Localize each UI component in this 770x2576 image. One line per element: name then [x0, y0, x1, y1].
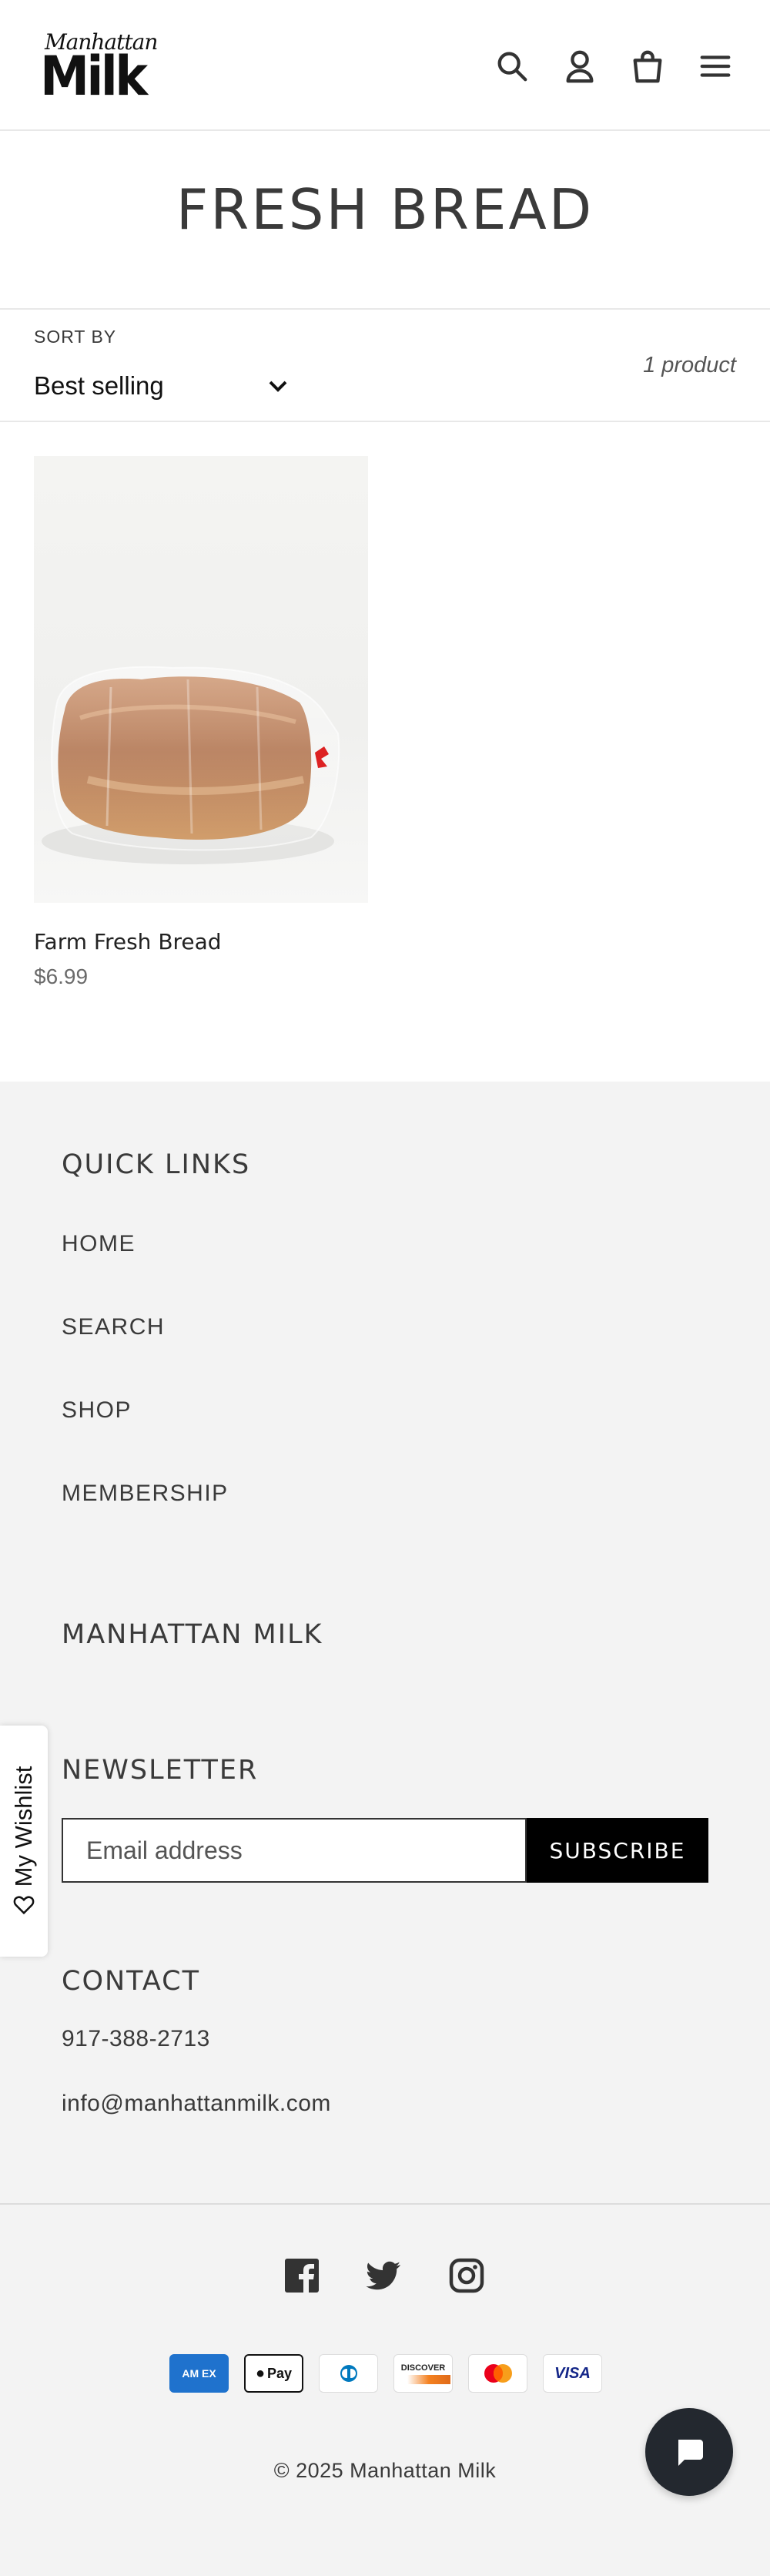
footer-divider: [0, 2203, 770, 2205]
wishlist-label: My Wishlist: [10, 1766, 37, 1887]
apple-pay-label: Pay: [267, 2365, 293, 2381]
sort-label: SORT BY: [34, 327, 117, 347]
amex-icon: AM EX: [169, 2354, 229, 2393]
collection-title: FRESH BREAD: [176, 177, 594, 242]
discover-icon: DISCOVER: [393, 2354, 453, 2393]
email-input[interactable]: Email address: [62, 1818, 527, 1883]
footer-link-home[interactable]: HOME: [62, 1231, 136, 1257]
heart-icon: [13, 1896, 35, 1915]
discover-label: DISCOVER: [400, 2363, 446, 2373]
chat-button[interactable]: [645, 2408, 733, 2496]
logo-block-text: Milk: [40, 45, 148, 108]
product-count: 1 product: [643, 353, 736, 377]
payment-icons: AM EX ● Pay DISCOVER VISA: [169, 2354, 602, 2394]
contact-phone[interactable]: 917-388-2713: [62, 2026, 210, 2052]
product-card[interactable]: Farm Fresh Bread $6.99: [34, 456, 368, 998]
facebook-icon[interactable]: [283, 2257, 322, 2296]
contact-heading: CONTACT: [62, 1966, 200, 1997]
product-image[interactable]: [34, 456, 368, 903]
newsletter-form: Email address SUBSCRIBE: [62, 1818, 708, 1883]
visa-icon: VISA: [543, 2354, 602, 2393]
wishlist-tab[interactable]: My Wishlist: [0, 1726, 48, 1957]
apple-pay-icon: ● Pay: [244, 2354, 303, 2393]
instagram-icon[interactable]: [448, 2257, 487, 2296]
site-header: Manhattan Milk: [0, 0, 770, 131]
sort-bar: SORT BY Best selling 1 product: [0, 308, 770, 422]
site-logo[interactable]: Manhattan Milk: [40, 29, 158, 103]
account-icon[interactable]: [561, 45, 599, 88]
footer-link-search[interactable]: SEARCH: [62, 1314, 165, 1340]
subscribe-button[interactable]: SUBSCRIBE: [527, 1818, 708, 1883]
product-price: $6.99: [34, 964, 89, 988]
site-footer: QUICK LINKS HOME SEARCH SHOP MEMBERSHIP …: [0, 1082, 770, 2576]
newsletter-heading: NEWSLETTER: [62, 1755, 259, 1786]
visa-label: VISA: [554, 2364, 591, 2382]
search-icon[interactable]: [493, 45, 531, 88]
chevron-down-icon: [269, 381, 287, 392]
diners-club-icon: [319, 2354, 378, 2393]
wishlist-label-wrap: My Wishlist: [10, 1766, 38, 1917]
twitter-icon[interactable]: [365, 2257, 403, 2296]
quick-links-heading: QUICK LINKS: [62, 1149, 251, 1180]
menu-icon[interactable]: [696, 45, 735, 88]
footer-link-membership[interactable]: MEMBERSHIP: [62, 1481, 229, 1507]
amex-label: AM EX: [182, 2366, 216, 2380]
bread-loaf-image: [42, 666, 340, 864]
sort-selected-value: Best selling: [34, 371, 164, 400]
contact-email[interactable]: info@manhattanmilk.com: [62, 2091, 331, 2117]
footer-link-shop[interactable]: SHOP: [62, 1397, 132, 1424]
chat-icon: [678, 2440, 703, 2466]
product-name[interactable]: Farm Fresh Bread: [34, 929, 222, 954]
mastercard-icon: [468, 2354, 527, 2393]
cart-icon[interactable]: [628, 45, 667, 88]
brand-heading: MANHATTAN MILK: [62, 1619, 323, 1650]
sort-select[interactable]: Best selling: [34, 367, 288, 405]
